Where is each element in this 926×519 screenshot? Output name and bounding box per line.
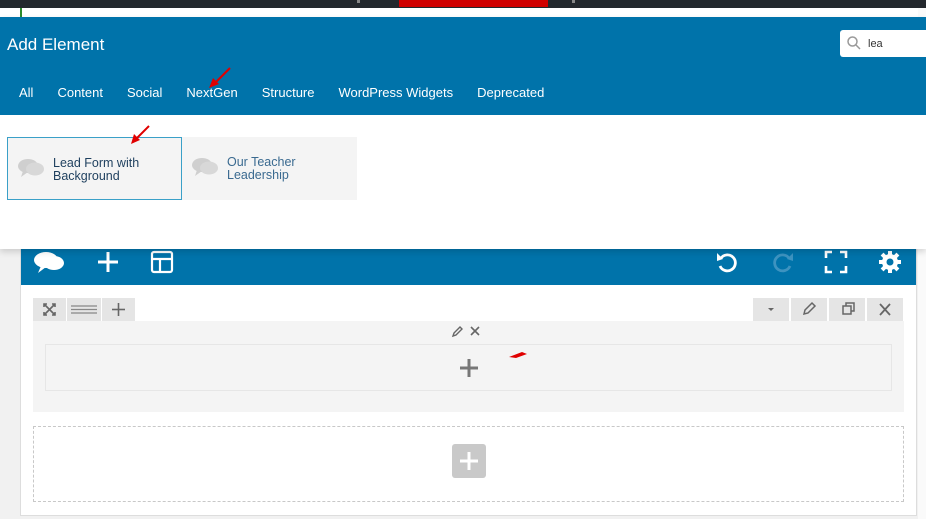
page-builder-editor xyxy=(20,240,917,516)
search-input[interactable] xyxy=(868,35,923,52)
add-row-area[interactable] xyxy=(33,426,904,502)
tab-deprecated[interactable]: Deprecated xyxy=(465,85,556,100)
redo-icon[interactable] xyxy=(770,249,796,275)
row-container xyxy=(33,321,904,412)
row-layout-icon[interactable] xyxy=(67,298,101,321)
green-indicator xyxy=(20,8,22,17)
page-strip xyxy=(0,8,926,17)
tab-content[interactable]: Content xyxy=(45,85,115,100)
close-icon[interactable] xyxy=(470,326,480,336)
add-row-button[interactable] xyxy=(452,444,486,478)
element-card-teacher-leadership[interactable]: Our Teacher Leadership xyxy=(182,137,357,200)
chat-bubbles-icon xyxy=(16,156,48,182)
pencil-icon[interactable] xyxy=(791,298,827,321)
annotation-arrow-icon xyxy=(509,352,527,358)
fullscreen-icon[interactable] xyxy=(823,249,849,275)
modal-title: Add Element xyxy=(7,35,105,54)
settings-icon[interactable] xyxy=(877,249,903,275)
drag-expand-icon[interactable] xyxy=(33,298,66,321)
logo-icon[interactable] xyxy=(33,249,64,275)
add-element-icon[interactable] xyxy=(458,357,480,379)
tab-wordpress-widgets[interactable]: WordPress Widgets xyxy=(326,85,465,100)
pencil-icon[interactable] xyxy=(451,326,463,338)
clone-icon[interactable] xyxy=(829,298,865,321)
close-icon[interactable] xyxy=(867,298,903,321)
tab-structure[interactable]: Structure xyxy=(250,85,327,100)
chevron-down-icon[interactable] xyxy=(753,298,789,321)
templates-icon[interactable] xyxy=(149,249,175,275)
category-tabs: All Content Social NextGen Structure Wor… xyxy=(7,85,556,100)
undo-icon[interactable] xyxy=(714,249,740,275)
add-element-icon[interactable] xyxy=(95,249,121,275)
strip-marker xyxy=(357,0,360,3)
chat-bubbles-icon xyxy=(190,155,222,181)
search-box[interactable] xyxy=(840,30,926,57)
strip-red-highlight xyxy=(399,0,548,7)
element-results: Lead Form with Background Our Teacher Le… xyxy=(7,137,357,200)
column-controls xyxy=(451,324,485,338)
search-icon xyxy=(846,35,862,51)
tab-all[interactable]: All xyxy=(7,85,45,100)
add-column-icon[interactable] xyxy=(102,298,135,321)
browser-top-strip xyxy=(0,0,926,8)
annotation-arrow-icon xyxy=(131,125,150,144)
annotation-arrow-icon xyxy=(209,67,231,88)
element-card-label: Our Teacher Leadership xyxy=(227,155,296,182)
element-card-lead-form[interactable]: Lead Form with Background xyxy=(7,137,182,200)
row-controls-right xyxy=(751,298,903,322)
tab-social[interactable]: Social xyxy=(115,85,174,100)
modal-header: Add Element All Content Social NextGen S… xyxy=(0,17,926,115)
row-controls-left xyxy=(33,298,136,322)
column-box[interactable] xyxy=(45,344,892,391)
element-card-label: Lead Form with Background xyxy=(53,156,140,183)
strip-marker xyxy=(572,0,575,3)
